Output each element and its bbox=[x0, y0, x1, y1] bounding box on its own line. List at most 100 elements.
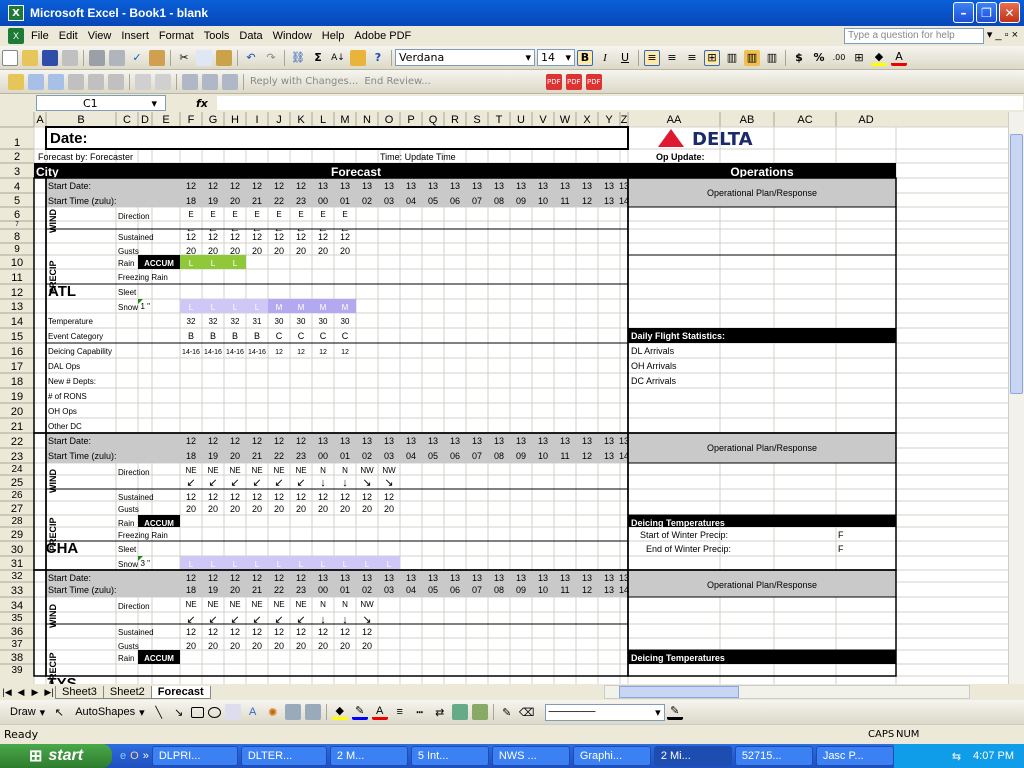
workbook-icon[interactable]: X bbox=[8, 28, 24, 44]
taskbar-task[interactable]: NWS ... bbox=[491, 746, 570, 766]
column-header[interactable]: W bbox=[560, 114, 571, 126]
row-header[interactable]: 29 bbox=[11, 529, 23, 541]
row-header[interactable]: 10 bbox=[11, 257, 23, 269]
pdf-icon-3[interactable]: PDF bbox=[585, 73, 602, 90]
menu-tools[interactable]: Tools bbox=[199, 30, 235, 42]
line-color-icon[interactable]: ✎ bbox=[351, 704, 368, 720]
pencil-icon[interactable]: ✎ bbox=[499, 704, 515, 720]
row-header[interactable]: 16 bbox=[11, 346, 23, 358]
wordart-icon[interactable]: A bbox=[245, 704, 261, 720]
formula-input[interactable] bbox=[215, 95, 1024, 111]
row-header[interactable]: 20 bbox=[11, 406, 23, 418]
fill-color-icon[interactable]: ◆ bbox=[871, 50, 887, 66]
borders-icon[interactable]: ⊞ bbox=[851, 50, 867, 66]
column-header[interactable]: P bbox=[407, 114, 414, 126]
taskbar-task[interactable]: 2 M... bbox=[329, 746, 408, 766]
new-icon[interactable] bbox=[2, 49, 18, 66]
taskbar-task[interactable]: 2 Mi... bbox=[653, 746, 732, 766]
row-header[interactable]: 24 bbox=[11, 464, 23, 475]
row-header[interactable]: 34 bbox=[11, 600, 23, 612]
row-header[interactable]: 18 bbox=[11, 376, 23, 388]
taskbar-task[interactable]: 5 Int... bbox=[410, 746, 489, 766]
column-header[interactable]: AC bbox=[797, 114, 812, 126]
chart-wizard-icon[interactable] bbox=[350, 49, 366, 66]
review-icon-10[interactable] bbox=[222, 73, 238, 90]
menu-data[interactable]: Data bbox=[234, 30, 267, 42]
sort-ascending-icon[interactable]: A↓ bbox=[330, 50, 346, 66]
row-header[interactable]: 4 bbox=[14, 181, 20, 193]
column-icon[interactable]: ▥ bbox=[724, 50, 740, 66]
align-center-icon[interactable]: ≡ bbox=[664, 50, 680, 66]
next-sheet-button[interactable]: ▶ bbox=[28, 687, 42, 698]
column-header[interactable]: AA bbox=[667, 114, 682, 126]
tab-forecast[interactable]: Forecast bbox=[150, 685, 211, 699]
ie-icon[interactable]: e bbox=[120, 750, 126, 762]
row-header[interactable]: 8 bbox=[14, 231, 20, 243]
review-icon-5[interactable] bbox=[108, 73, 124, 90]
start-button[interactable]: ⊞ start bbox=[0, 744, 112, 768]
column-header[interactable]: M bbox=[340, 114, 349, 126]
column-split-icon[interactable]: ▥ bbox=[764, 50, 780, 66]
column-header[interactable]: Z bbox=[621, 114, 628, 126]
row-header[interactable]: 39 bbox=[11, 665, 23, 676]
open-icon[interactable] bbox=[22, 49, 38, 66]
menu-edit[interactable]: Edit bbox=[54, 30, 83, 42]
hyperlink-icon[interactable]: ⛓ bbox=[290, 50, 306, 66]
clipart-icon[interactable] bbox=[284, 704, 301, 720]
row-header[interactable]: 17 bbox=[11, 361, 23, 373]
percent-icon[interactable]: % bbox=[811, 50, 827, 66]
line-style-icon[interactable]: ≡ bbox=[392, 704, 408, 720]
help-icon[interactable]: ? bbox=[370, 50, 386, 66]
row-header[interactable]: 38 bbox=[11, 652, 23, 664]
save-icon[interactable] bbox=[42, 49, 58, 66]
font-size-select[interactable]: 14 ▾ bbox=[537, 49, 575, 66]
row-header[interactable]: 1 bbox=[14, 137, 20, 149]
row-header[interactable]: 3 bbox=[14, 166, 20, 178]
undo-icon[interactable]: ↶ bbox=[243, 50, 259, 66]
row-header[interactable]: 28 bbox=[11, 516, 23, 527]
column-header[interactable]: O bbox=[385, 114, 394, 126]
taskbar-task[interactable]: DLTER... bbox=[240, 746, 327, 766]
review-icon-9[interactable] bbox=[202, 73, 218, 90]
underline-button[interactable]: U bbox=[617, 50, 633, 66]
fill-color-draw-icon[interactable]: ◆ bbox=[331, 704, 348, 720]
column-header[interactable]: V bbox=[539, 114, 547, 126]
column-header[interactable]: I bbox=[255, 114, 258, 126]
end-review-button[interactable]: End Review... bbox=[364, 76, 430, 87]
close-button[interactable]: ✕ bbox=[999, 2, 1020, 23]
row-header[interactable]: 11 bbox=[11, 272, 22, 284]
workbook-window-controls[interactable]: ▾ _ ▫ × bbox=[987, 28, 1018, 41]
column-header[interactable]: AD bbox=[858, 114, 873, 126]
row-header[interactable]: 5 bbox=[14, 195, 20, 207]
paste-icon[interactable] bbox=[216, 49, 232, 66]
row-header[interactable]: 21 bbox=[11, 421, 23, 433]
row-header[interactable]: 22 bbox=[11, 436, 23, 448]
column-header[interactable]: K bbox=[297, 114, 305, 126]
folder-icon[interactable] bbox=[8, 73, 24, 90]
menu-view[interactable]: View bbox=[83, 30, 117, 42]
column-header[interactable]: AB bbox=[740, 114, 755, 126]
review-icon-7[interactable] bbox=[155, 73, 171, 90]
taskbar-task[interactable]: Graphi... bbox=[572, 746, 651, 766]
row-header[interactable]: 26 bbox=[11, 490, 23, 501]
print-icon[interactable] bbox=[89, 49, 105, 66]
column-header[interactable]: R bbox=[451, 114, 459, 126]
row-header[interactable]: 6 bbox=[14, 209, 20, 221]
reply-with-changes-button[interactable]: Reply with Changes... bbox=[250, 76, 358, 87]
column-highlight-icon[interactable]: ▥ bbox=[744, 49, 760, 66]
permission-icon[interactable] bbox=[62, 49, 78, 66]
last-sheet-button[interactable]: ▶| bbox=[42, 687, 56, 698]
row-header[interactable]: 31 bbox=[11, 558, 23, 570]
row-header[interactable]: 19 bbox=[11, 391, 23, 403]
picture-icon[interactable] bbox=[304, 704, 321, 720]
menu-format[interactable]: Format bbox=[154, 30, 199, 42]
review-icon-1[interactable] bbox=[28, 73, 44, 90]
network-icon[interactable]: ⇆ bbox=[952, 750, 961, 763]
column-header[interactable]: B bbox=[77, 114, 84, 126]
outlook-icon[interactable]: O bbox=[130, 750, 139, 762]
review-icon-3[interactable] bbox=[68, 73, 84, 90]
menu-insert[interactable]: Insert bbox=[116, 30, 154, 42]
restore-button[interactable]: ❐ bbox=[976, 2, 997, 23]
scroll-thumb[interactable] bbox=[1010, 134, 1023, 394]
spelling-icon[interactable]: ✓ bbox=[129, 50, 145, 66]
